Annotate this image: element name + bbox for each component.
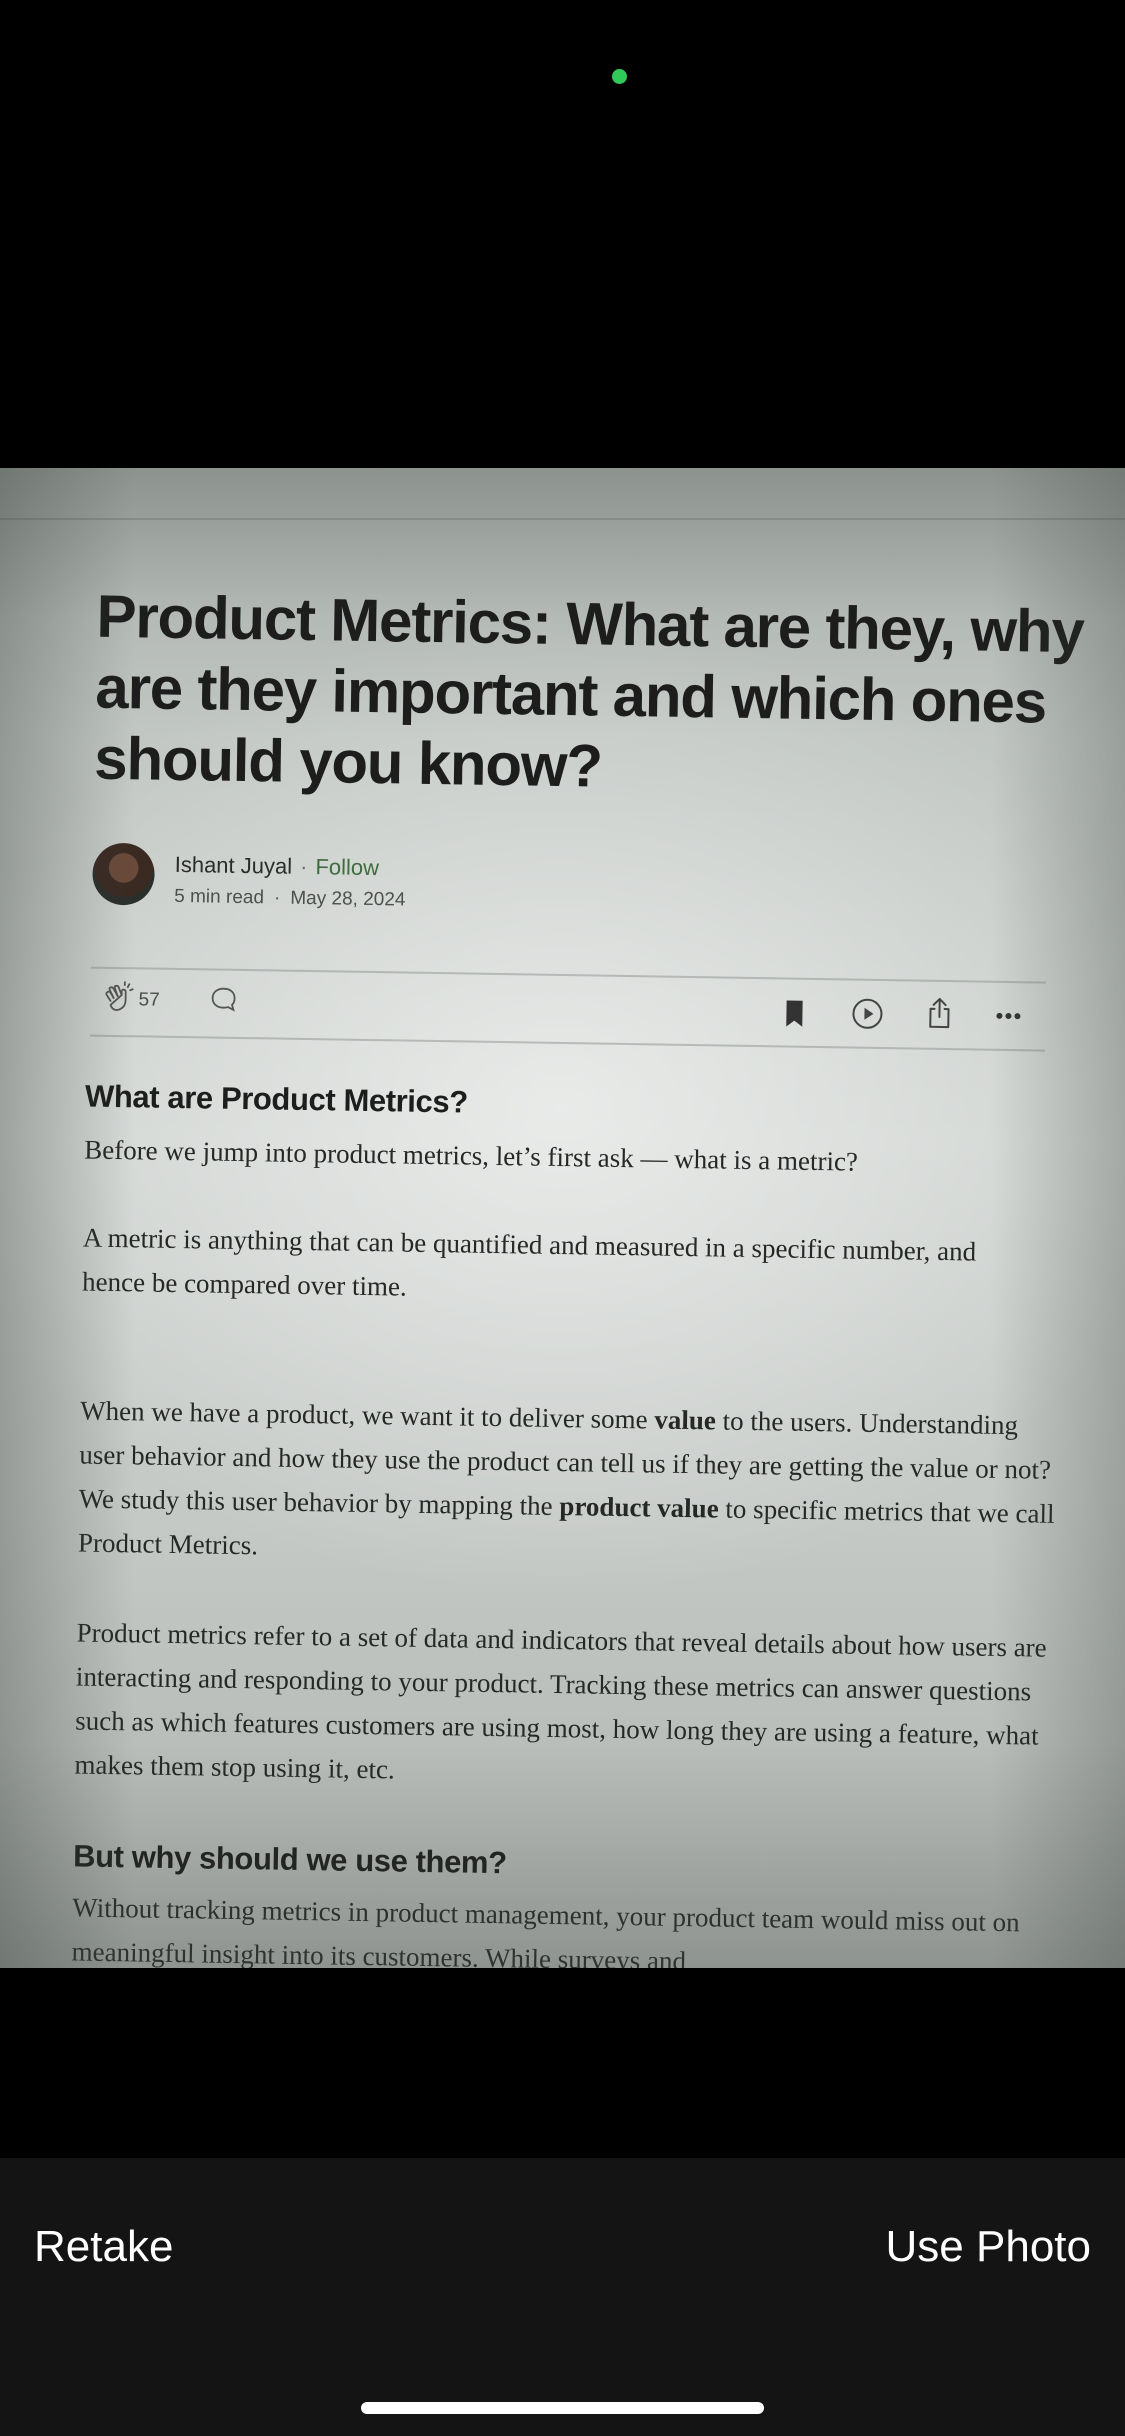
section-heading: What are Product Metrics? [84, 1078, 469, 1120]
retake-button[interactable]: Retake [34, 2222, 173, 2272]
read-time: 5 min read [174, 885, 265, 909]
paragraph: Without tracking metrics in product mana… [71, 1892, 1020, 1968]
captured-photo: Product Metrics: What are they, why are … [0, 468, 1125, 1968]
text-run: When we have a product, we want it to de… [79, 1395, 655, 1435]
avatar [92, 842, 156, 906]
clap-count: 57 [138, 989, 160, 1011]
paragraph: Before we jump into product metrics, let… [83, 1134, 859, 1177]
clap-icon [100, 981, 135, 1016]
article-meta: 5 min read · May 28, 2024 [174, 886, 406, 912]
paragraph: When we have a product, we want it to de… [78, 1388, 1061, 1579]
use-photo-button[interactable]: Use Photo [886, 2222, 1091, 2272]
more-icon [990, 1001, 1026, 1032]
article-action-bar: 57 [90, 966, 1046, 1052]
article-page: Product Metrics: What are they, why are … [0, 468, 1125, 1968]
follow-link: Follow [315, 854, 380, 881]
paragraph: A metric is anything that can be quantif… [81, 1222, 977, 1302]
paragraph: Product metrics refer to a set of data a… [74, 1617, 1047, 1785]
publish-date: May 28, 2024 [290, 887, 406, 911]
play-icon [850, 997, 885, 1032]
comment-icon [208, 984, 238, 1014]
section-heading: But why should we use them? [72, 1838, 507, 1881]
article-title: Product Metrics: What are they, why are … [93, 582, 1085, 800]
author-line: Ishant Juyal · Follow [175, 852, 380, 881]
bold-text: product value [559, 1491, 719, 1524]
bookmark-icon [780, 997, 808, 1029]
separator: · [299, 853, 308, 879]
camera-in-use-indicator [612, 69, 627, 84]
home-indicator[interactable] [361, 2402, 764, 2414]
separator: · [273, 887, 281, 909]
bold-text: value [654, 1404, 717, 1436]
author-name: Ishant Juyal [174, 851, 293, 879]
camera-review-bar [0, 2158, 1125, 2436]
share-icon [924, 996, 955, 1030]
